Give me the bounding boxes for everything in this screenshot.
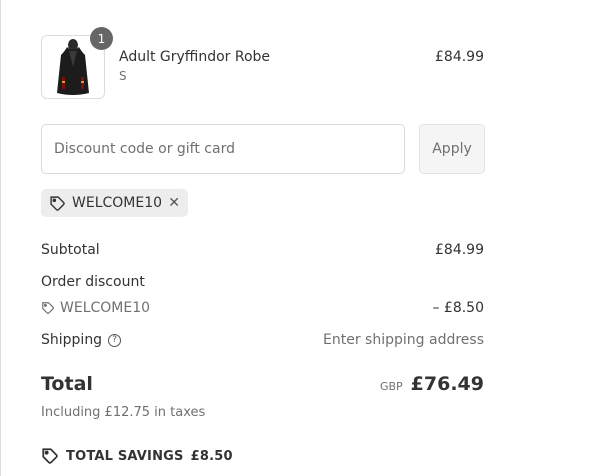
discount-code-line: WELCOME10: [41, 300, 150, 316]
applied-code-text: WELCOME10: [72, 195, 163, 211]
savings-label: TOTAL SAVINGS: [66, 448, 184, 464]
shipping-value: Enter shipping address: [323, 332, 484, 348]
total-label: Total: [41, 373, 93, 395]
currency-code: GBP: [379, 380, 403, 393]
total-amount: £76.49: [410, 373, 484, 395]
subtotal-label: Subtotal: [41, 242, 100, 258]
robe-icon: [57, 39, 89, 95]
product-variant: S: [119, 69, 127, 83]
order-discount-label: Order discount: [41, 274, 145, 290]
discount-value: – £8.50: [432, 300, 484, 316]
apply-button[interactable]: Apply: [419, 124, 485, 174]
order-summary: 1 Adult Gryffindor Robe S £84.99 Apply W…: [0, 0, 615, 476]
help-icon[interactable]: ?: [108, 333, 122, 347]
discount-code-text: WELCOME10: [60, 300, 151, 316]
product-name: Adult Gryffindor Robe: [119, 49, 271, 65]
total-value-group: GBP £76.49: [380, 373, 484, 395]
savings-value: £8.50: [190, 448, 233, 464]
savings-tag-icon: [42, 448, 58, 464]
tag-icon: [42, 302, 54, 314]
quantity-badge: 1: [90, 27, 113, 50]
shipping-label-group: Shipping ?: [41, 332, 122, 348]
close-icon[interactable]: ✕: [168, 196, 180, 210]
tag-icon: [50, 195, 65, 211]
shipping-label: Shipping: [41, 332, 103, 348]
taxes-note: Including £12.75 in taxes: [41, 405, 206, 420]
discount-code-input[interactable]: [41, 124, 405, 174]
product-price: £84.99: [435, 49, 484, 65]
subtotal-value: £84.99: [435, 242, 484, 258]
applied-discount-chip: WELCOME10 ✕: [41, 189, 188, 217]
total-savings: TOTAL SAVINGS £8.50: [41, 447, 233, 465]
